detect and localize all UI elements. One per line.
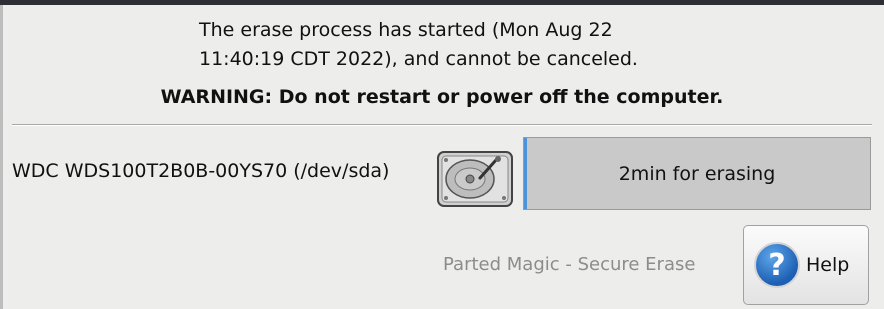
warning-text: WARNING: Do not restart or power off the… [160, 86, 724, 108]
erase-progress-bar: 2min for erasing [523, 137, 871, 210]
erase-status-line-2: 11:40:19 CDT 2022), and cannot be cancel… [199, 48, 638, 70]
device-label: WDC WDS100T2B0B-00YS70 (/dev/sda) [12, 160, 390, 182]
window-top-edge [0, 0, 884, 5]
window-left-edge [0, 5, 3, 309]
footer-app-label: Parted Magic - Secure Erase [443, 254, 696, 275]
help-button-label: Help [806, 254, 850, 276]
erase-status-message: The erase process has started (Mon Aug 2… [199, 16, 638, 74]
hard-drive-icon [437, 151, 513, 207]
erase-status-line-1: The erase process has started (Mon Aug 2… [199, 19, 613, 41]
help-button[interactable]: ? Help [743, 225, 869, 305]
erase-progress-text: 2min for erasing [618, 162, 776, 185]
separator [12, 124, 872, 126]
help-question-icon: ? [754, 242, 800, 288]
